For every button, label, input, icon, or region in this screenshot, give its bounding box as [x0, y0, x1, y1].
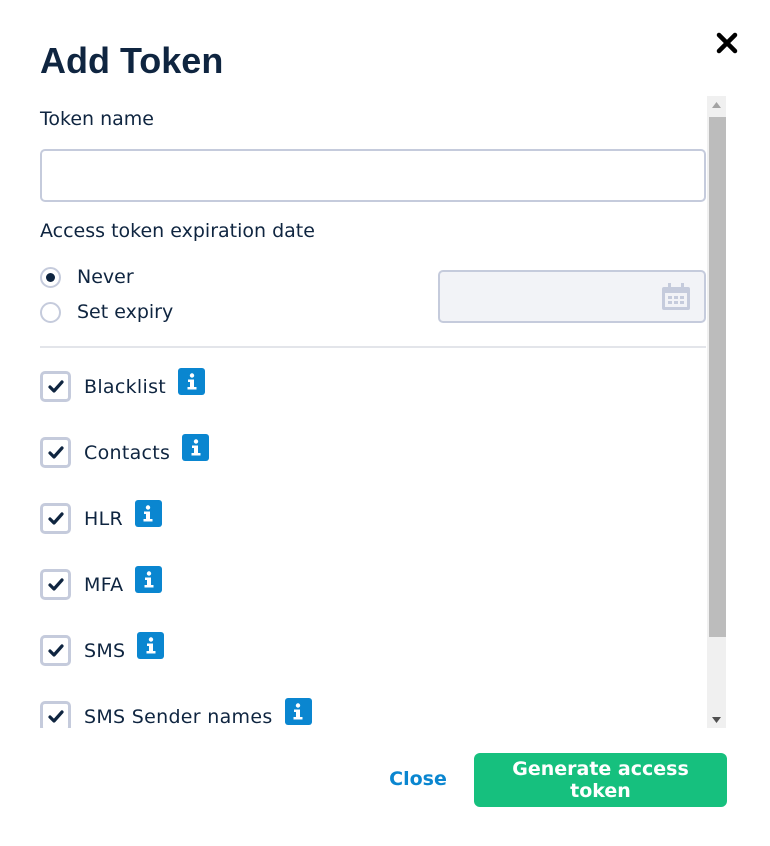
- radio-never[interactable]: Never: [40, 266, 134, 288]
- scope-checkbox[interactable]: [40, 635, 71, 666]
- scope-item-hlr: HLR: [40, 500, 162, 534]
- checkmark-icon: [47, 512, 64, 525]
- checkmark-icon: [47, 446, 64, 459]
- checkmark-icon: [47, 644, 64, 657]
- scope-label: MFA: [84, 573, 124, 596]
- scrollbar-thumb[interactable]: [709, 117, 726, 637]
- scope-item-sms: SMS: [40, 632, 165, 666]
- checkmark-icon: [47, 710, 64, 723]
- scroll-up-button[interactable]: [707, 96, 726, 113]
- close-button[interactable]: Close: [378, 756, 458, 802]
- section-divider: [40, 346, 706, 348]
- scroll-up-arrow-icon: [712, 101, 721, 108]
- info-button[interactable]: [137, 632, 165, 659]
- info-icon: [144, 571, 154, 588]
- scope-label: HLR: [84, 507, 123, 530]
- form-scroll-area: Token name Access token expiration date …: [0, 96, 770, 728]
- scope-item-sms-sender-names: SMS Sender names: [40, 698, 312, 728]
- scope-label: SMS Sender names: [84, 705, 273, 728]
- info-icon: [187, 373, 197, 390]
- token-name-input[interactable]: [40, 149, 706, 202]
- expiry-date-input[interactable]: [438, 270, 706, 323]
- dialog-title: Add Token: [40, 40, 224, 81]
- scope-item-contacts: Contacts: [40, 434, 210, 468]
- scope-item-blacklist: Blacklist: [40, 368, 206, 402]
- info-icon: [191, 439, 201, 456]
- radio-set-expiry-label: Set expiry: [77, 301, 174, 323]
- checkmark-icon: [47, 578, 64, 591]
- scope-checkbox[interactable]: [40, 371, 71, 402]
- radio-set-expiry[interactable]: Set expiry: [40, 301, 173, 323]
- scope-checkbox[interactable]: [40, 569, 71, 600]
- info-button[interactable]: [134, 500, 162, 527]
- info-icon: [146, 637, 156, 654]
- generate-access-token-button[interactable]: Generate access token: [474, 753, 727, 807]
- scope-label: SMS: [84, 639, 126, 662]
- info-button[interactable]: [284, 698, 312, 725]
- info-icon: [143, 505, 153, 522]
- scope-checkbox[interactable]: [40, 437, 71, 468]
- scope-label: Contacts: [84, 441, 171, 464]
- info-icon: [293, 703, 303, 720]
- expiration-label: Access token expiration date: [40, 220, 315, 242]
- radio-button[interactable]: [40, 301, 61, 323]
- info-button[interactable]: [182, 434, 210, 461]
- scope-checkbox[interactable]: [40, 701, 71, 728]
- radio-selected-dot: [46, 272, 55, 282]
- radio-never-label: Never: [77, 266, 134, 288]
- close-dialog-button[interactable]: [714, 30, 740, 56]
- radio-button[interactable]: [40, 266, 61, 288]
- vertical-scrollbar[interactable]: [707, 96, 726, 728]
- scope-checkbox[interactable]: [40, 503, 71, 534]
- scroll-down-button[interactable]: [707, 711, 726, 728]
- info-button[interactable]: [135, 566, 163, 593]
- info-button[interactable]: [178, 368, 206, 395]
- calendar-icon[interactable]: [661, 283, 691, 311]
- token-name-label: Token name: [40, 108, 154, 130]
- close-x-icon: [716, 32, 738, 54]
- checkmark-icon: [47, 380, 64, 393]
- scroll-down-arrow-icon: [712, 716, 721, 723]
- scope-item-mfa: MFA: [40, 566, 163, 600]
- scope-label: Blacklist: [84, 375, 167, 398]
